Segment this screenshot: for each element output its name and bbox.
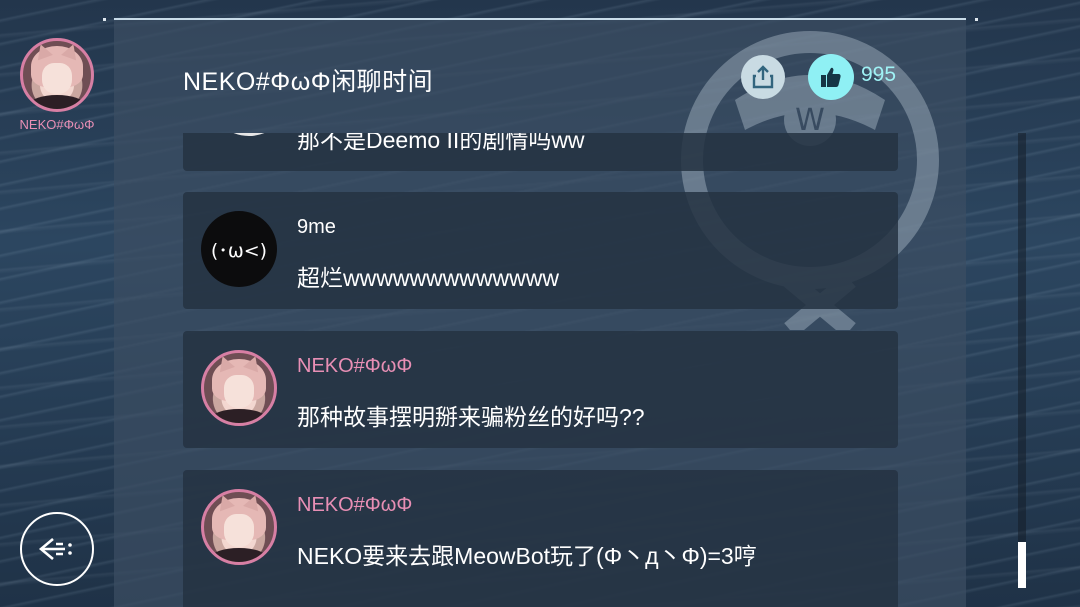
message-text: NEKO要来去跟MeowBot玩了(Φ丶д丶Φ)=3哼 (297, 543, 757, 569)
message-author: NEKO#ΦωΦ (297, 494, 413, 516)
message-avatar[interactable]: (･ω<) (201, 211, 277, 287)
message-text: 超烂wwwwwwwwwwwww (297, 265, 559, 291)
scrollbar-thumb[interactable] (1018, 542, 1026, 588)
user-avatar[interactable] (20, 38, 94, 112)
message-card: NEKO#ΦωΦ 那种故事摆明掰来骗粉丝的好吗?? (183, 331, 898, 448)
message-card: NEKO#ΦωΦ NEKO要来去跟MeowBot玩了(Φ丶д丶Φ)=3哼 (183, 470, 898, 607)
kaomoji-glyph: (･ω<) (210, 239, 268, 262)
message-avatar[interactable] (201, 350, 277, 426)
share-button[interactable] (741, 55, 785, 99)
scrollbar-track[interactable] (1018, 133, 1026, 588)
current-user-name: NEKO#ΦωΦ (19, 117, 95, 132)
corner-dot (103, 18, 106, 21)
message-avatar[interactable] (201, 489, 277, 565)
message-author: 9me (297, 216, 336, 238)
share-icon (752, 65, 774, 89)
thumbs-up-icon (821, 67, 841, 87)
message-card: 那不是Deemo II的剧情吗ww (183, 133, 898, 171)
like-count: 995 (861, 63, 897, 86)
back-button[interactable] (20, 512, 94, 586)
back-arrow-icon (38, 538, 72, 560)
like-button[interactable] (808, 54, 854, 100)
message-text: 那不是Deemo II的剧情吗ww (297, 133, 585, 153)
message-card: (･ω<) 9me 超烂wwwwwwwwwwwww (183, 192, 898, 309)
corner-dot (975, 18, 978, 21)
message-avatar[interactable] (207, 133, 291, 136)
message-list[interactable]: 那不是Deemo II的剧情吗ww (･ω<) 9me 超烂wwwwwwwwww… (183, 133, 898, 607)
page-title: NEKO#ΦωΦ闲聊时间 (183, 68, 434, 96)
message-author: NEKO#ΦωΦ (297, 355, 413, 377)
message-text: 那种故事摆明掰来骗粉丝的好吗?? (297, 404, 645, 430)
